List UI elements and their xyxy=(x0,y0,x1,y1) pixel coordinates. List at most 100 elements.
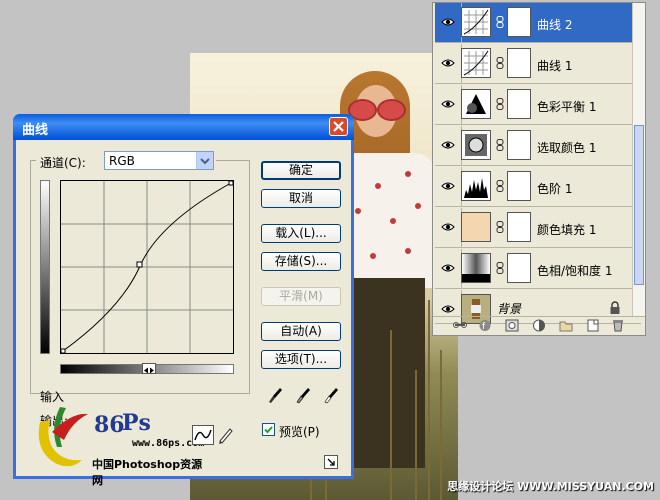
save-button[interactable]: 存储(S)... xyxy=(261,252,341,271)
dialog-title-bar[interactable]: 曲线 xyxy=(13,114,354,140)
cancel-button[interactable]: 取消 xyxy=(261,189,341,208)
layer-mask-thumbnail[interactable] xyxy=(507,7,531,37)
chain-link-icon[interactable] xyxy=(496,139,504,151)
smooth-button[interactable]: 平滑(M) xyxy=(261,287,341,306)
layer-row[interactable]: 颜色填充 1 xyxy=(435,208,641,248)
layer-visibility-toggle[interactable] xyxy=(435,3,462,42)
gradient-toggle-icon[interactable] xyxy=(142,363,156,374)
layer-mask-thumbnail[interactable] xyxy=(507,130,531,160)
curve-control-point xyxy=(136,261,143,268)
eye-icon xyxy=(441,16,455,28)
layer-mask-thumbnail[interactable] xyxy=(507,48,531,78)
chain-link-icon[interactable] xyxy=(496,262,504,274)
curve-tool-button[interactable] xyxy=(192,425,214,445)
site-watermark: 思缘设计论坛 WWW.MISSYUAN.COM xyxy=(447,480,654,493)
curve-endpoint-white xyxy=(228,180,234,186)
chevron-down-icon[interactable] xyxy=(196,152,213,169)
layer-visibility-toggle[interactable] xyxy=(435,249,462,288)
link-layers-icon[interactable] xyxy=(453,319,467,332)
layer-name: 颜色填充 1 xyxy=(537,223,597,237)
output-gradient-bar xyxy=(40,180,50,354)
close-button[interactable] xyxy=(329,117,348,136)
layer-visibility-toggle[interactable] xyxy=(435,208,462,247)
layer-name: 选取颜色 1 xyxy=(537,141,597,155)
load-button[interactable]: 载入(L)... xyxy=(261,224,341,243)
logo-letters: Ps xyxy=(122,410,151,436)
eye-icon xyxy=(441,303,455,315)
delete-layer-icon[interactable] xyxy=(611,319,625,332)
close-icon xyxy=(333,121,344,132)
channel-select-value: RGB xyxy=(109,154,135,168)
chain-link-icon[interactable] xyxy=(496,98,504,110)
chain-link-icon[interactable] xyxy=(496,57,504,69)
curve-tool-icon xyxy=(194,429,212,441)
site-logo: 86 Ps www.86ps.com 中国Photoshop资源网 xyxy=(32,402,207,487)
chain-link-icon[interactable] xyxy=(496,221,504,233)
checkmark-icon xyxy=(264,426,273,434)
layers-panel: 曲线 2 曲线 1 色彩平衡 1 选取颜色 1 色阶 1 颜色填充 1 色相/饱和度 1 背景… xyxy=(432,2,646,336)
curves-dialog: 曲线 通道(C): RGB 输入 输出: 86 Ps www.86ps.com … xyxy=(13,114,354,487)
layer-thumbnail[interactable] xyxy=(461,48,491,78)
new-layer-icon[interactable] xyxy=(586,319,600,332)
layer-name: 色彩平衡 1 xyxy=(537,100,597,114)
options-button[interactable]: 选项(T)... xyxy=(261,350,341,369)
eye-icon xyxy=(441,139,455,151)
layer-mask-thumbnail[interactable] xyxy=(507,171,531,201)
curve-endpoint-black xyxy=(60,348,66,354)
layer-visibility-toggle[interactable] xyxy=(435,85,462,124)
eye-icon xyxy=(441,57,455,69)
expand-dialog-icon[interactable] xyxy=(324,455,338,469)
layer-thumbnail[interactable] xyxy=(461,89,491,119)
chain-link-icon[interactable] xyxy=(496,16,504,28)
eye-icon xyxy=(441,262,455,274)
layer-thumbnail[interactable] xyxy=(461,130,491,160)
layer-mask-thumbnail[interactable] xyxy=(507,89,531,119)
preview-label[interactable]: 预览(P) xyxy=(279,423,320,440)
layer-visibility-toggle[interactable] xyxy=(435,44,462,83)
layer-row[interactable]: 选取颜色 1 xyxy=(435,126,641,166)
pencil-tool-button[interactable] xyxy=(216,425,234,445)
white-eyedropper-icon[interactable] xyxy=(324,386,340,406)
logo-tagline: 中国Photoshop资源网 xyxy=(92,458,203,487)
auto-button[interactable]: 自动(A) xyxy=(261,322,341,341)
channel-label: 通道(C): xyxy=(40,156,86,170)
layers-toolbar: f xyxy=(433,316,645,335)
layer-mask-thumbnail[interactable] xyxy=(507,212,531,242)
preview-checkbox[interactable] xyxy=(262,423,275,436)
layer-thumbnail[interactable] xyxy=(461,212,491,242)
photo-subject-sunglasses xyxy=(348,99,406,121)
layer-visibility-toggle[interactable] xyxy=(435,167,462,206)
logo-number: 86 xyxy=(94,412,125,438)
layer-mask-thumbnail[interactable] xyxy=(507,253,531,283)
layer-row[interactable]: 色相/饱和度 1 xyxy=(435,249,641,289)
layer-name: 色阶 1 xyxy=(537,182,573,196)
layer-row[interactable]: 色阶 1 xyxy=(435,167,641,207)
layer-thumbnail[interactable] xyxy=(461,171,491,201)
new-group-icon[interactable] xyxy=(559,319,573,332)
dialog-title: 曲线 xyxy=(22,123,49,138)
layer-name: 色相/饱和度 1 xyxy=(537,264,613,278)
layer-visibility-toggle[interactable] xyxy=(435,126,462,165)
chain-link-icon[interactable] xyxy=(496,180,504,192)
channel-select[interactable]: RGB xyxy=(104,151,214,170)
gray-eyedropper-icon[interactable] xyxy=(296,386,312,406)
layer-thumbnail[interactable] xyxy=(461,253,491,283)
pencil-icon xyxy=(219,428,233,444)
layers-scrollbar-thumb[interactable] xyxy=(634,125,644,285)
black-eyedropper-icon[interactable] xyxy=(268,386,284,406)
layer-row[interactable]: 曲线 1 xyxy=(435,44,641,84)
layer-name: 曲线 1 xyxy=(537,59,573,73)
eye-icon xyxy=(441,180,455,192)
layer-row[interactable]: 色彩平衡 1 xyxy=(435,85,641,125)
add-mask-icon[interactable] xyxy=(505,319,519,332)
ok-button[interactable]: 确定 xyxy=(261,161,341,180)
layers-scrollbar[interactable] xyxy=(632,3,645,317)
curve-graph[interactable] xyxy=(60,180,234,354)
layer-name: 背景 xyxy=(497,302,522,316)
eye-icon xyxy=(441,221,455,233)
dialog-body: 通道(C): RGB 输入 输出: 86 Ps www.86ps.com 中国P… xyxy=(16,140,351,487)
layer-row[interactable]: 曲线 2 xyxy=(435,3,641,43)
layer-thumbnail[interactable] xyxy=(461,7,491,37)
layer-style-icon[interactable]: f xyxy=(478,319,492,332)
adjustment-layer-icon[interactable] xyxy=(532,319,546,332)
